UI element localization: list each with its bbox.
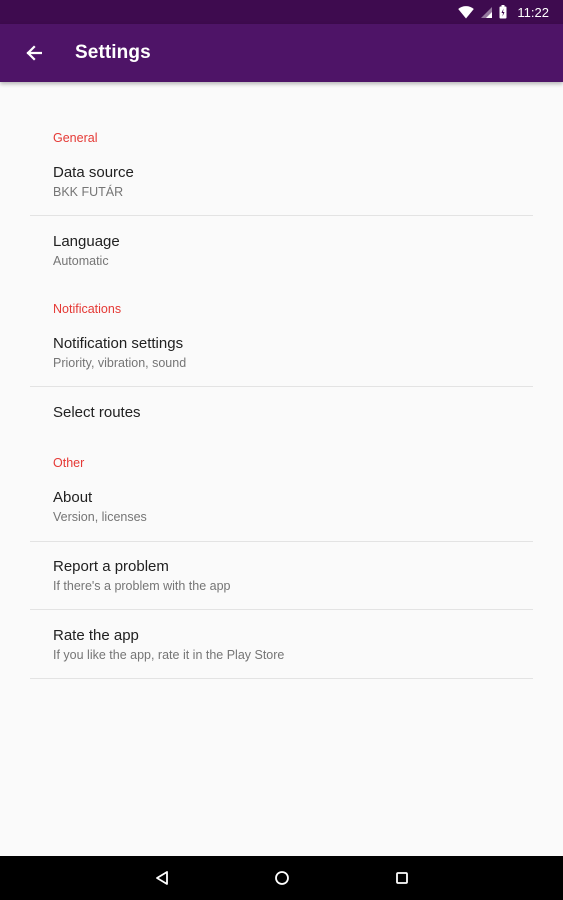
pref-summary: If there's a problem with the app bbox=[53, 579, 231, 593]
pref-report-problem[interactable]: Report a problem If there's a problem wi… bbox=[30, 558, 533, 594]
divider bbox=[30, 541, 533, 542]
settings-list: General Data source BKK FUTÁR Language A… bbox=[0, 82, 563, 856]
arrow-back-icon[interactable] bbox=[14, 33, 54, 73]
category-notifications: Notifications bbox=[53, 302, 122, 316]
pref-notification-settings[interactable]: Notification settings Priority, vibratio… bbox=[30, 335, 533, 371]
pref-select-routes[interactable]: Select routes bbox=[30, 404, 533, 422]
pref-summary: Priority, vibration, sound bbox=[53, 356, 187, 370]
pref-title: Notification settings bbox=[53, 335, 184, 352]
category-other: Other bbox=[53, 456, 85, 470]
pref-data-source[interactable]: Data source BKK FUTÁR bbox=[30, 164, 533, 200]
pref-about[interactable]: About Version, licenses bbox=[30, 489, 533, 525]
pref-title: Rate the app bbox=[53, 627, 139, 644]
home-circle-icon[interactable] bbox=[270, 866, 294, 890]
divider bbox=[30, 609, 533, 610]
pref-summary: BKK FUTÁR bbox=[53, 185, 124, 199]
category-general: General bbox=[53, 131, 98, 145]
divider bbox=[30, 386, 533, 387]
divider bbox=[30, 678, 533, 679]
status-bar: 11:22 bbox=[0, 0, 563, 24]
pref-rate-app[interactable]: Rate the app If you like the app, rate i… bbox=[30, 627, 533, 663]
battery-icon bbox=[499, 5, 507, 19]
system-nav-bar bbox=[0, 856, 563, 900]
divider bbox=[30, 215, 533, 216]
pref-title: Data source bbox=[53, 164, 134, 181]
pref-summary: Automatic bbox=[53, 254, 109, 268]
page-title: Settings bbox=[75, 42, 151, 63]
wifi-icon bbox=[458, 5, 475, 19]
recents-square-icon[interactable] bbox=[390, 866, 414, 890]
pref-title: Report a problem bbox=[53, 558, 169, 575]
status-clock: 11:22 bbox=[517, 4, 549, 20]
pref-title: Select routes bbox=[53, 404, 141, 421]
app-bar: Settings bbox=[0, 24, 563, 82]
pref-title: About bbox=[53, 489, 93, 506]
back-triangle-icon[interactable] bbox=[150, 866, 174, 890]
cell-signal-icon bbox=[480, 6, 493, 19]
pref-summary: If you like the app, rate it in the Play… bbox=[53, 648, 285, 662]
pref-language[interactable]: Language Automatic bbox=[30, 233, 533, 269]
pref-title: Language bbox=[53, 233, 120, 250]
pref-summary: Version, licenses bbox=[53, 510, 147, 524]
